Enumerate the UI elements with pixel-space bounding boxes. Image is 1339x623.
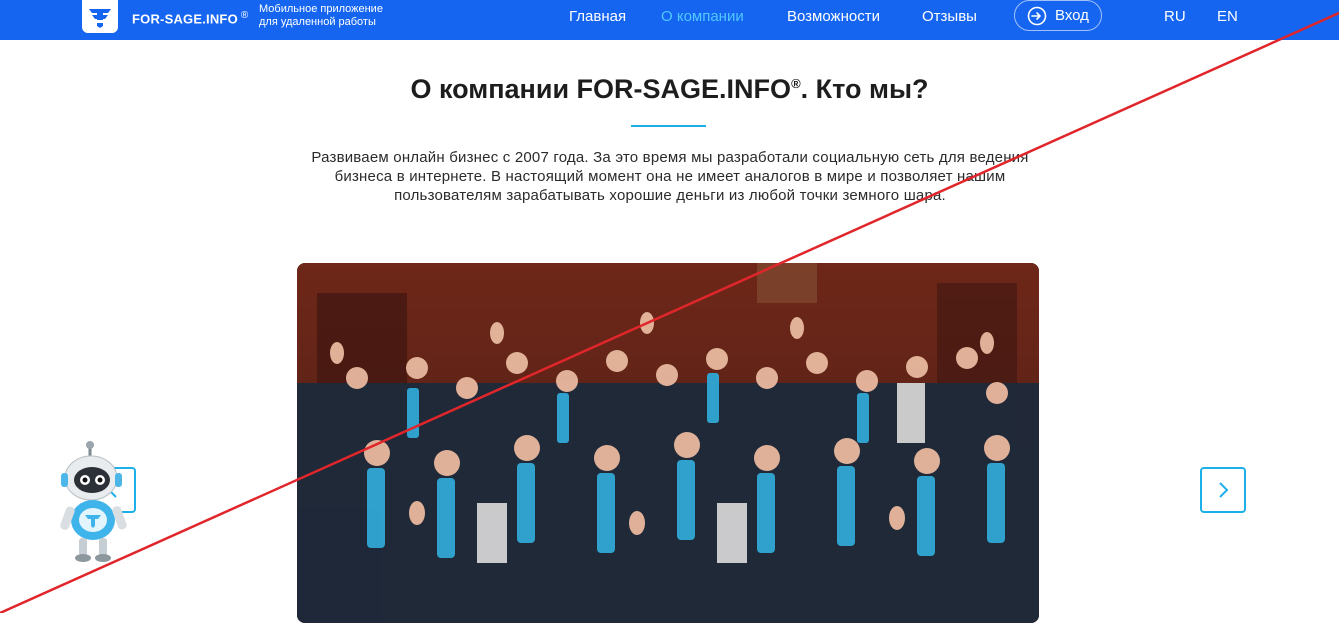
page-title: О компании FOR-SAGE.INFO®. Кто мы? [0,74,1339,105]
tagline-line-1: Мобильное приложение [259,3,383,15]
lang-ru[interactable]: RU [1164,8,1186,25]
tagline-line-2: для удаленной работы [259,16,376,28]
f-logo-icon [89,8,111,28]
title-registered-mark: ® [791,76,801,91]
intro-text: Развиваем онлайн бизнес с 2007 года. За … [311,149,1029,204]
robot-mascot-icon[interactable] [57,440,129,562]
top-navbar: FOR-SAGE.INFO ® Мобильное приложение для … [0,0,1339,40]
brand-name[interactable]: FOR-SAGE.INFO ® [132,10,248,26]
chevron-right-icon [1219,482,1229,498]
nav-home[interactable]: Главная [569,8,626,25]
carousel-photo [297,263,1039,623]
title-divider [631,125,706,127]
nav-reviews[interactable]: Отзывы [922,8,977,25]
brand-text: FOR-SAGE.INFO [132,11,238,27]
tagline: Мобильное приложение для удаленной работ… [259,3,429,29]
nav-about[interactable]: О компании [661,8,744,25]
group-photo-image [297,263,1039,623]
login-button[interactable]: Вход [1014,0,1102,31]
logo[interactable] [82,0,118,33]
brand-registered-mark: ® [240,10,249,21]
nav-features[interactable]: Возможности [787,8,880,25]
login-label: Вход [1055,7,1089,24]
lang-en[interactable]: EN [1217,8,1238,25]
title-suffix: . Кто мы? [800,74,929,104]
title-text: О компании FOR-SAGE.INFO [410,74,792,104]
login-icon [1027,6,1047,25]
carousel-next-button[interactable] [1200,467,1246,513]
